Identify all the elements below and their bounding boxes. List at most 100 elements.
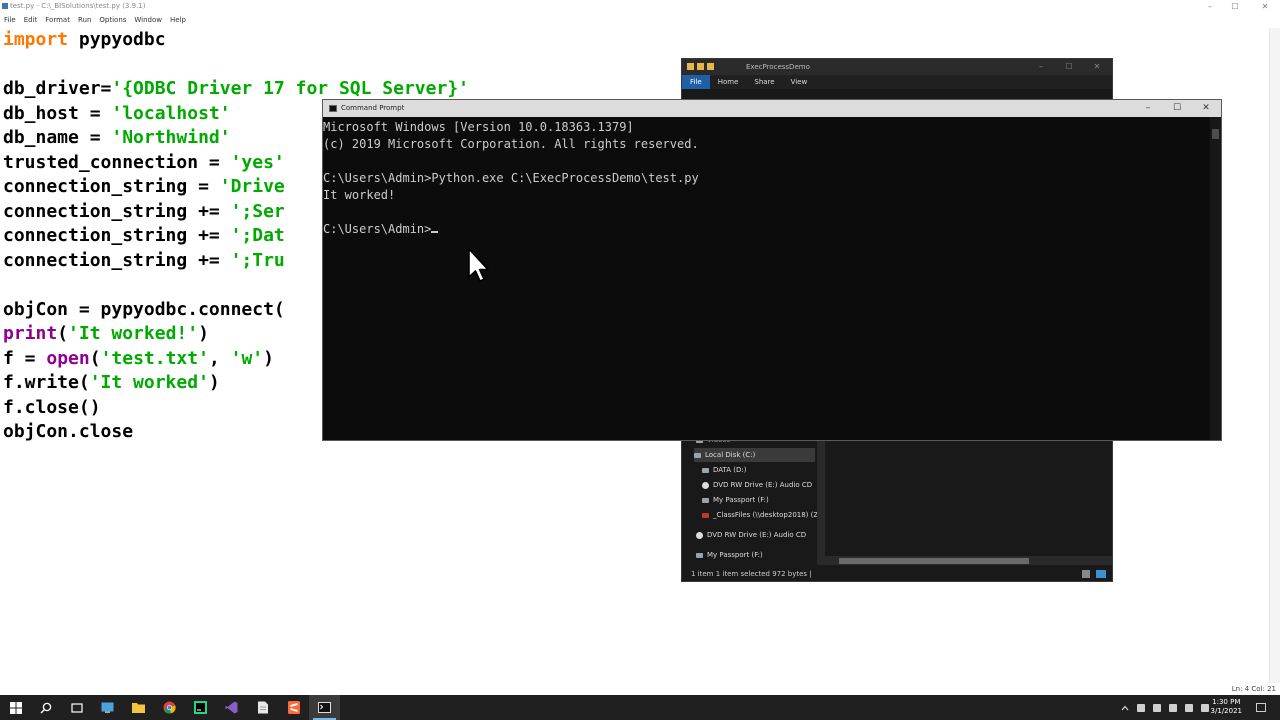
code-token: 'localhost' (111, 102, 231, 124)
nav-item-data[interactable]: DATA (D:) (702, 463, 746, 477)
code-token: connection_string += (3, 225, 231, 246)
ribbon-tab-home[interactable]: Home (710, 75, 747, 89)
cmd-maximize-icon[interactable]: ☐ (1162, 100, 1192, 117)
nav-item-passport-root[interactable]: My Passport (F:) (696, 548, 763, 562)
explorer-status-bar: 1 item 1 item selected 972 bytes | (682, 566, 1112, 581)
tablet-icon[interactable] (92, 695, 123, 720)
code-token: open (46, 347, 90, 369)
ribbon-tab-view[interactable]: View (783, 75, 816, 89)
menu-run[interactable]: Run (78, 14, 91, 26)
notification-icon[interactable] (1256, 703, 1266, 712)
quick-access-toolbar (687, 63, 714, 70)
large-icons-view-icon[interactable] (1096, 570, 1106, 578)
pycharm-icon[interactable] (185, 695, 216, 720)
task-view-icon[interactable] (61, 695, 92, 720)
code-token: ) (198, 323, 209, 344)
menu-help[interactable]: Help (170, 14, 186, 26)
explorer-ribbon: File Home Share View (682, 75, 1112, 89)
cmd-scrollbar[interactable] (1210, 117, 1221, 440)
console-prompt: C:\Users\Admin> (323, 222, 432, 236)
usb-icon[interactable] (1153, 703, 1161, 712)
code-token: db_name = (3, 127, 112, 148)
idle-title-bar[interactable]: test.py - C:\_BISolutions\test.py (3.9.1… (0, 0, 1280, 13)
clock-time: 1:30 PM (1212, 698, 1241, 706)
explorer-status-text: 1 item 1 item selected 972 bytes | (691, 570, 812, 578)
console-line: (c) 2019 Microsoft Corporation. All righ… (323, 137, 699, 151)
menu-format[interactable]: Format (45, 14, 70, 26)
explorer-maximize-icon[interactable]: ☐ (1055, 59, 1083, 75)
console-line: It worked! (323, 188, 396, 202)
visual-studio-icon[interactable] (216, 695, 247, 720)
code-token: objCon.close (3, 421, 134, 442)
properties-icon[interactable] (697, 63, 704, 70)
cmd-minimize-icon[interactable]: – (1133, 100, 1163, 117)
code-token: ( (89, 347, 101, 369)
code-token: 'test.txt' (100, 347, 209, 369)
details-view-icon[interactable] (1082, 570, 1090, 578)
close-icon[interactable]: ✕ (1250, 0, 1280, 13)
menu-options[interactable]: Options (99, 14, 126, 26)
cmd-scroll-thumb[interactable] (1212, 129, 1219, 139)
nav-item-local-disk[interactable]: Local Disk (C:) (694, 448, 815, 462)
taskbar-clock[interactable]: 1:30 PM 3/1/2021 (1211, 698, 1242, 716)
cmd-close-icon[interactable]: ✕ (1191, 100, 1221, 117)
code-token: ';Tru (230, 249, 285, 271)
explorer-title-bar[interactable]: ExecProcessDemo – ☐ ✕ (682, 59, 1112, 75)
nav-item-classfiles[interactable]: _ClassFiles (\\desktop2018) (Z:) (702, 508, 823, 522)
console-output[interactable]: Microsoft Windows [Version 10.0.18363.13… (323, 119, 699, 238)
nav-item-dvd-root[interactable]: DVD RW Drive (E:) Audio CD (696, 528, 806, 542)
code-token: ( (57, 323, 69, 344)
nav-pane-scrollbar[interactable] (817, 439, 825, 565)
code-token: 'It worked!' (68, 323, 199, 344)
code-token: ) (263, 347, 274, 369)
new-folder-icon[interactable] (707, 63, 714, 70)
code-line: import pypyodbc (3, 28, 469, 53)
code-token: pypyodbc (68, 29, 166, 50)
menu-window[interactable]: Window (134, 14, 162, 26)
disc-icon (696, 531, 703, 539)
system-tray (1117, 695, 1213, 720)
search-icon[interactable] (30, 695, 61, 720)
console-line: Microsoft Windows [Version 10.0.18363.13… (323, 120, 634, 134)
editor-scrollbar[interactable] (1269, 28, 1280, 683)
menu-edit[interactable]: Edit (24, 14, 38, 26)
network-icon[interactable] (1185, 703, 1193, 712)
drive-icon (696, 552, 703, 558)
command-prompt-icon[interactable] (309, 695, 340, 720)
drive-icon (702, 467, 709, 473)
ribbon-tab-file[interactable]: File (682, 75, 710, 89)
start-icon[interactable] (0, 695, 31, 720)
explorer-close-icon[interactable]: ✕ (1083, 59, 1111, 75)
chevron-up-icon[interactable] (1121, 705, 1129, 711)
line-col-indicator: Ln: 4 Col: 21 (1231, 685, 1276, 693)
text-cursor (431, 231, 439, 233)
battery-icon[interactable] (1169, 703, 1177, 712)
code-token: ) (208, 372, 220, 393)
maximize-icon[interactable]: ☐ (1220, 0, 1250, 13)
code-line: db_driver='{ODBC Driver 17 for SQL Serve… (3, 77, 469, 102)
code-token: , (208, 347, 231, 369)
ribbon-tab-share[interactable]: Share (746, 75, 782, 89)
menu-file[interactable]: File (4, 14, 16, 26)
explorer-title: ExecProcessDemo (746, 63, 810, 71)
code-token: trusted_connection = (3, 151, 231, 173)
explorer-minimize-icon[interactable]: – (1027, 59, 1055, 75)
nav-item-passport[interactable]: My Passport (F:) (702, 493, 769, 507)
horizontal-scroll-thumb[interactable] (839, 558, 1029, 564)
sublime-icon[interactable] (278, 695, 309, 720)
notepad-icon[interactable] (247, 695, 278, 720)
code-token: connection_string += (3, 200, 231, 222)
nav-item-dvd[interactable]: DVD RW Drive (E:) Audio CD (702, 478, 812, 492)
code-token: ';Dat (230, 225, 285, 246)
file-explorer-icon[interactable] (123, 695, 154, 720)
network-drive-icon (702, 512, 709, 518)
volume-icon[interactable] (1201, 703, 1209, 712)
command-prompt-window[interactable]: Command Prompt – ☐ ✕ Microsoft Windows [… (322, 99, 1222, 441)
code-token: print (3, 323, 58, 344)
cmd-title-bar[interactable]: Command Prompt – ☐ ✕ (323, 100, 1221, 117)
code-token: 'Drive (219, 176, 285, 197)
mouse-pointer-icon (468, 248, 489, 282)
drive-tray-icon[interactable] (1137, 703, 1145, 712)
chrome-icon[interactable] (154, 695, 185, 720)
